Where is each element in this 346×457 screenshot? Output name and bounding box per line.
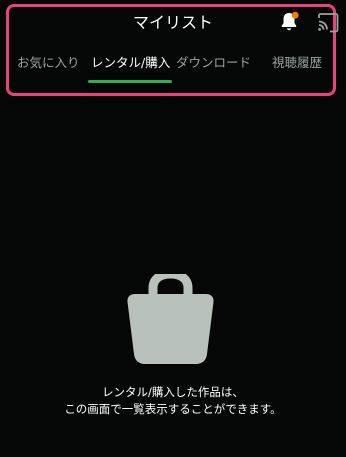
tab-rental-purchase[interactable]: レンタル/購入 [91,54,170,72]
notification-dot [291,11,299,19]
cast-icon[interactable] [316,12,340,34]
active-tab-indicator [88,80,172,83]
tab-watch-history[interactable]: 視聴履歴 [272,54,322,72]
bell-icon[interactable] [277,10,301,34]
empty-state-message: レンタル/購入した作品は、 この画面で一覧表示することができます。 [0,384,346,418]
empty-state-line-2: この画面で一覧表示することができます。 [64,402,282,416]
shopping-bag-icon [127,274,214,364]
empty-state-line-1: レンタル/購入した作品は、 [102,385,244,399]
tab-download[interactable]: ダウンロード [176,54,251,72]
tab-favorites[interactable]: お気に入り [17,54,80,72]
